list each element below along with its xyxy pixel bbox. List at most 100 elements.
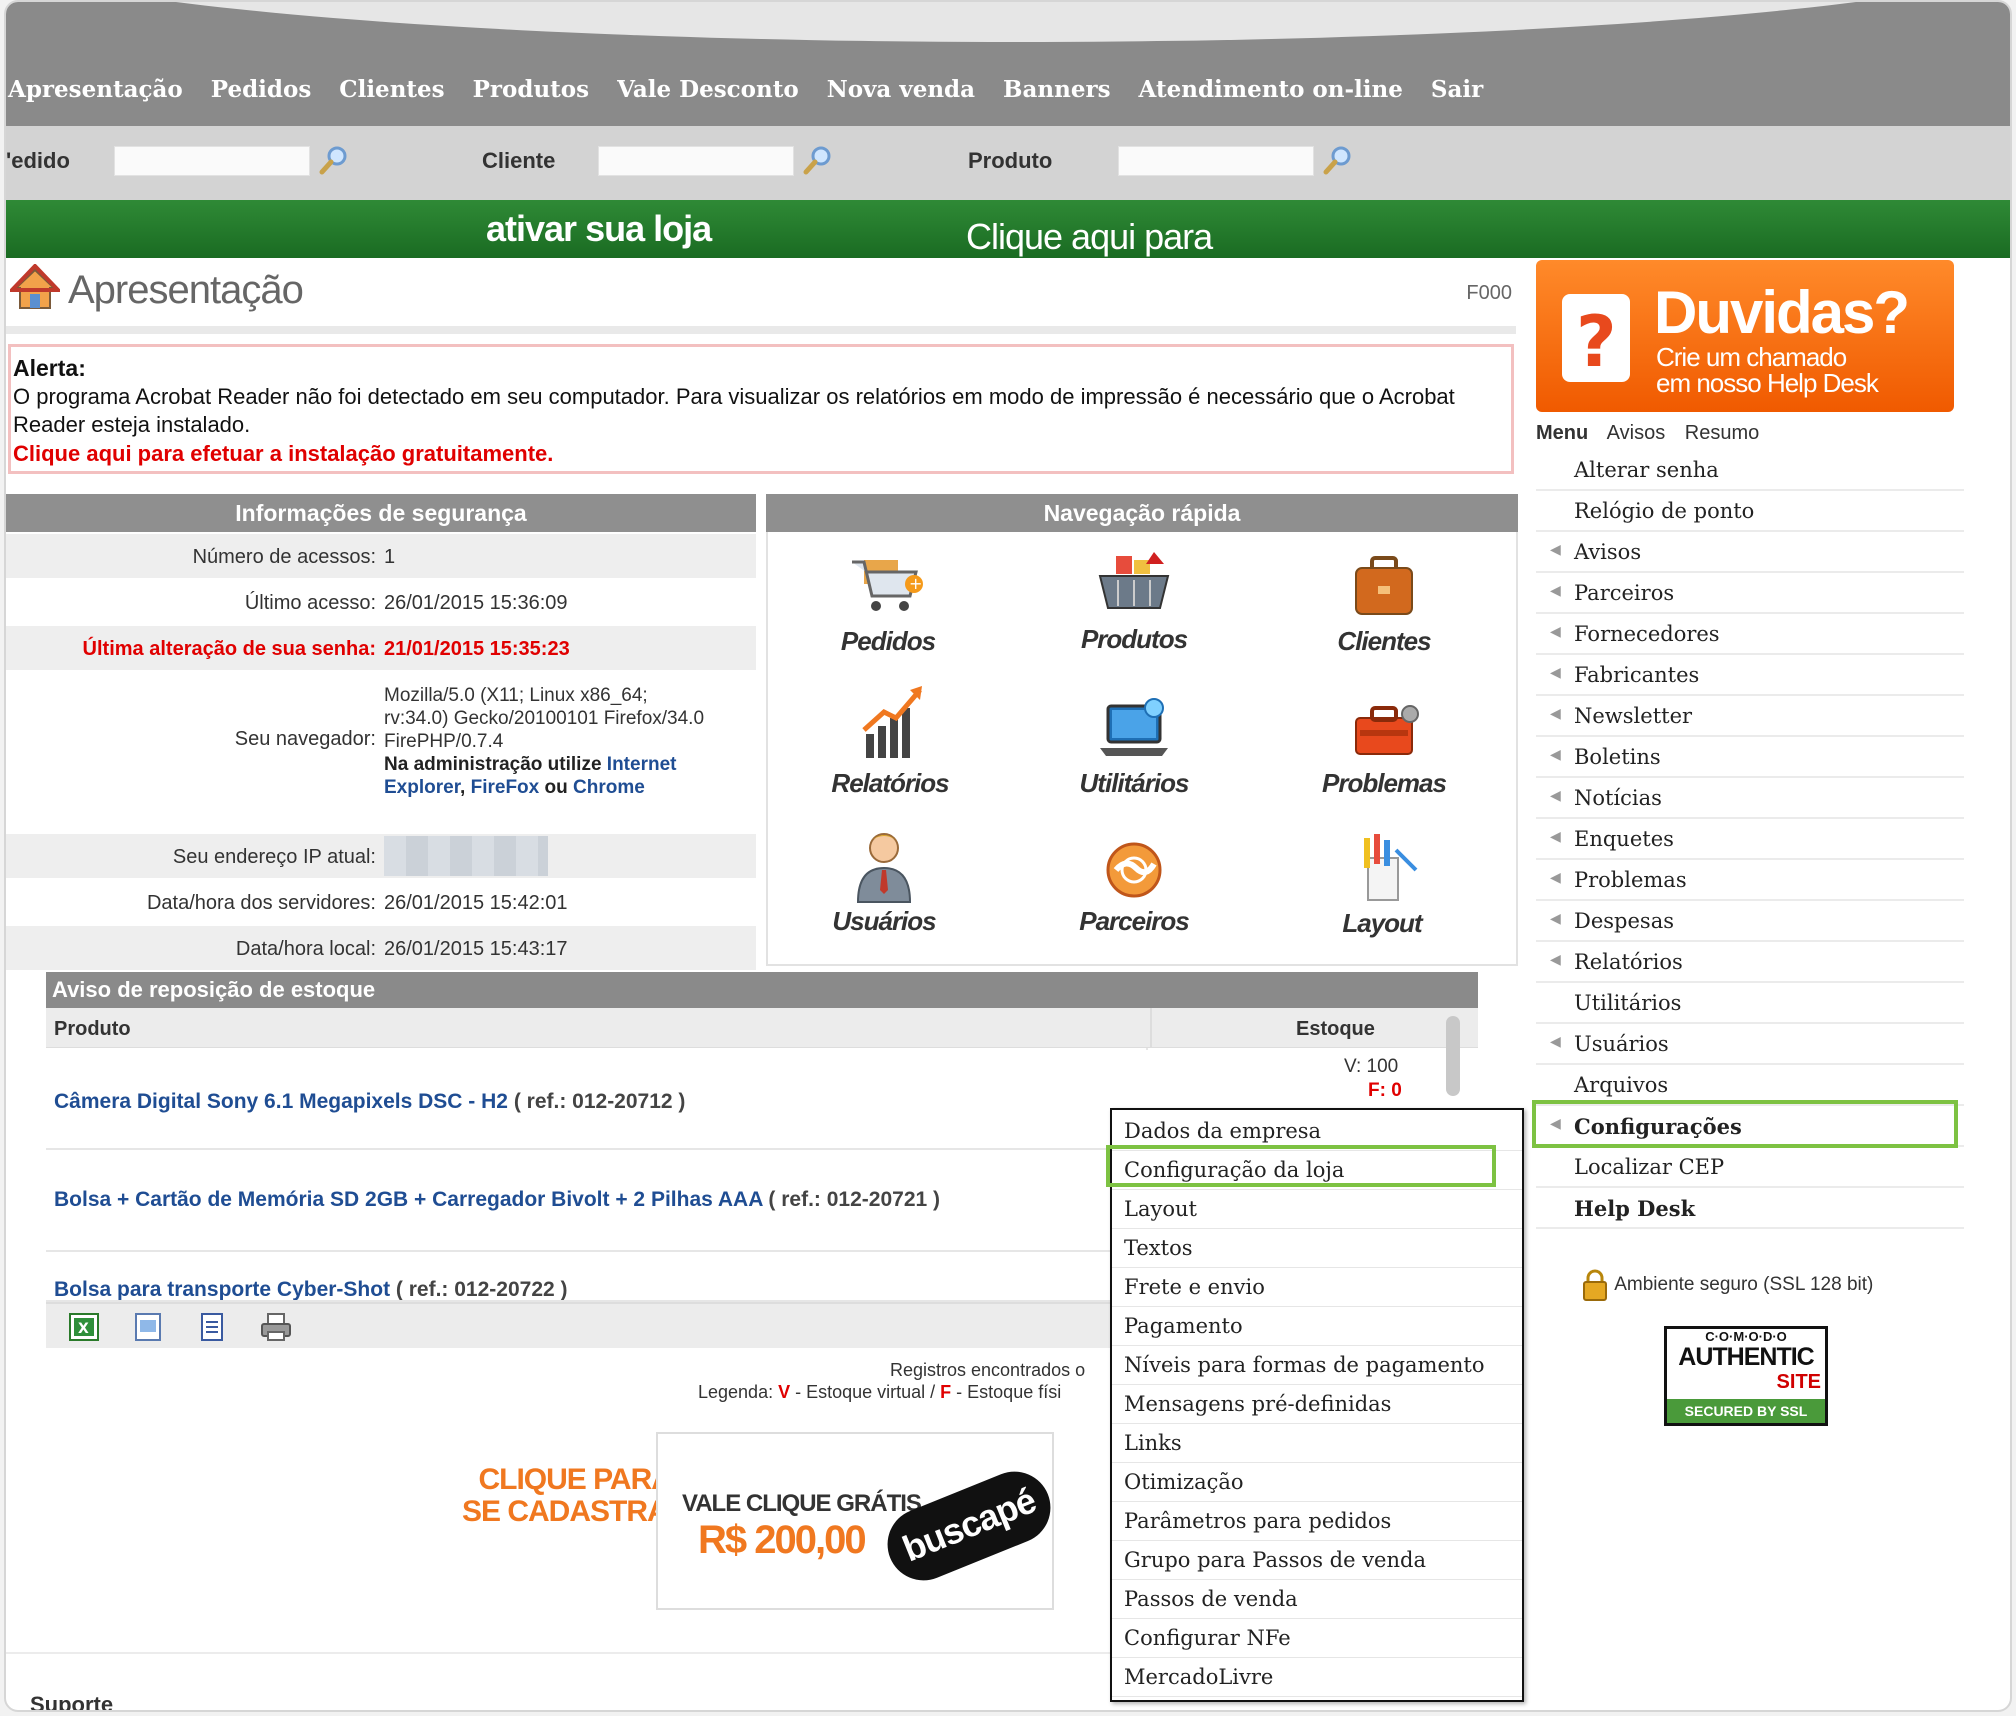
nav-pedidos[interactable]: Pedidos [211, 76, 312, 103]
laptop-icon [1100, 698, 1168, 756]
submenu-item-configurar-nfe[interactable]: Configurar NFe [1112, 1619, 1522, 1658]
security-heading: Informações de segurança [6, 494, 756, 532]
internet-explorer-link[interactable]: Internet [607, 754, 677, 775]
cliente-search-input[interactable] [598, 146, 794, 176]
signup-promo-link[interactable]: CLIQUE PARA SE CADASTRAR [462, 1464, 689, 1528]
submenu-item-links[interactable]: Links [1112, 1424, 1522, 1463]
local-time-label: Data/hora local: [235, 938, 376, 960]
quicknav-label: Layout [1342, 908, 1422, 938]
submenu-item-passos-de-venda[interactable]: Passos de venda [1112, 1580, 1522, 1619]
quicknav-pedidos[interactable]: + Pedidos [798, 552, 978, 657]
submenu-item-mercadolivre[interactable]: MercadoLivre [1112, 1658, 1522, 1697]
internet-explorer-link[interactable]: Explorer [384, 777, 460, 798]
tab-avisos[interactable]: Avisos [1607, 422, 1666, 444]
search-bar: 'edido Cliente Produto [6, 126, 2010, 200]
image-export-icon[interactable] [132, 1312, 164, 1342]
expand-arrow-icon: ◀ [1550, 911, 1561, 927]
submenu-item-mensagens-pre-definidas[interactable]: Mensagens pré-definidas [1112, 1385, 1522, 1424]
table-scrollbar[interactable] [1446, 1016, 1460, 1096]
submenu-item-frete-e-envio[interactable]: Frete e envio [1112, 1268, 1522, 1307]
column-estoque: Estoque [1296, 1018, 1375, 1040]
sidebar-item-avisos[interactable]: ◀ Avisos [1536, 532, 1964, 573]
install-acrobat-link[interactable]: Clique aqui para efetuar a instalação gr… [13, 441, 553, 467]
sidebar-item-relogio-de-ponto[interactable]: Relógio de ponto [1536, 491, 1964, 532]
quicknav-produtos[interactable]: Produtos [1044, 550, 1224, 655]
product-ref: ( ref.: 012-20722 ) [390, 1278, 568, 1301]
browser-tip-text: Na administração utilize [384, 754, 607, 775]
main-menu: Apresentação Pedidos Clientes Produtos V… [8, 76, 1483, 103]
excel-export-icon[interactable]: X [68, 1312, 100, 1342]
sidebar-item-noticias[interactable]: ◀ Notícias [1536, 778, 1964, 819]
sidebar-item-newsletter[interactable]: ◀ Newsletter [1536, 696, 1964, 737]
nav-clientes[interactable]: Clientes [339, 76, 444, 103]
comodo-text: SITE [1776, 1371, 1821, 1393]
chrome-link[interactable]: Chrome [573, 777, 645, 798]
page-code: F000 [1466, 282, 1512, 304]
quicknav-heading: Navegação rápida [766, 494, 1518, 532]
sidebar-item-fornecedores[interactable]: ◀ Fornecedores [1536, 614, 1964, 655]
alert-box: Alerta: O programa Acrobat Reader não fo… [8, 344, 1514, 474]
nav-vale-desconto[interactable]: Vale Desconto [617, 76, 799, 103]
nav-nova-venda[interactable]: Nova venda [827, 76, 975, 103]
sidebar-item-enquetes[interactable]: ◀ Enquetes [1536, 819, 1964, 860]
quicknav-problemas[interactable]: Problemas [1294, 696, 1474, 799]
sidebar-item-despesas[interactable]: ◀ Despesas [1536, 901, 1964, 942]
quicknav-utilitarios[interactable]: Utilitários [1044, 696, 1224, 799]
sidebar-item-localizar-cep[interactable]: Localizar CEP [1536, 1147, 1964, 1188]
nav-produtos[interactable]: Produtos [473, 76, 589, 103]
home-icon [10, 264, 60, 309]
quicknav-relatorios[interactable]: Relatórios [800, 682, 980, 799]
tab-menu[interactable]: Menu [1536, 422, 1588, 444]
browser-tip-text: ou [539, 777, 574, 798]
firefox-link[interactable]: FireFox [471, 777, 540, 798]
product-link[interactable]: Câmera Digital Sony 6.1 Megapixels DSC -… [54, 1090, 685, 1114]
search-icon[interactable] [802, 144, 834, 176]
pedido-search-input[interactable] [114, 146, 310, 176]
search-icon[interactable] [1322, 144, 1354, 176]
nav-sair[interactable]: Sair [1431, 76, 1483, 103]
sidebar-item-label: Localizar CEP [1574, 1155, 1725, 1179]
submenu-item-layout[interactable]: Layout [1112, 1190, 1522, 1229]
nav-apresentacao[interactable]: Apresentação [8, 76, 183, 103]
sidebar-item-label: Fabricantes [1574, 663, 1700, 687]
sidebar-item-parceiros[interactable]: ◀ Parceiros [1536, 573, 1964, 614]
product-name: Bolsa para transporte Cyber-Shot [54, 1278, 391, 1301]
submenu-item-grupo-para-passos-de-venda[interactable]: Grupo para Passos de venda [1112, 1541, 1522, 1580]
last-access-label: Último acesso: [244, 592, 376, 614]
sidebar-item-relatorios[interactable]: ◀ Relatórios [1536, 942, 1964, 983]
quicknav-usuarios[interactable]: Usuários [794, 828, 974, 937]
sidebar-item-help-desk[interactable]: Help Desk [1536, 1188, 1964, 1229]
submenu-item-pagamento[interactable]: Pagamento [1112, 1307, 1522, 1346]
nav-atendimento[interactable]: Atendimento on-line [1139, 76, 1403, 103]
print-icon[interactable] [260, 1312, 292, 1342]
sidebar-item-usuarios[interactable]: ◀ Usuários [1536, 1024, 1964, 1065]
submenu-item-niveis-para-formas-de-pagamento[interactable]: Níveis para formas de pagamento [1112, 1346, 1522, 1385]
submenu-item-parametros-para-pedidos[interactable]: Parâmetros para pedidos [1112, 1502, 1522, 1541]
document-export-icon[interactable] [196, 1312, 228, 1342]
sidebar-item-utilitarios[interactable]: Utilitários [1536, 983, 1964, 1024]
submenu-item-textos[interactable]: Textos [1112, 1229, 1522, 1268]
sidebar-item-boletins[interactable]: ◀ Boletins [1536, 737, 1964, 778]
quicknav-layout[interactable]: Layout [1292, 830, 1472, 939]
product-link[interactable]: Bolsa para transporte Cyber-Shot ( ref.:… [54, 1278, 568, 1301]
quicknav-parceiros[interactable]: Parceiros [1044, 834, 1224, 937]
help-desk-banner[interactable]: ? Duvidas? Crie um chamado em nosso Help … [1536, 260, 1954, 412]
produto-search-input[interactable] [1118, 146, 1314, 176]
sidebar-item-problemas[interactable]: ◀ Problemas [1536, 860, 1964, 901]
activate-store-link[interactable]: Clique aqui para ativar sua loja [486, 208, 1213, 257]
comodo-text: AUTHENTIC [1678, 1343, 1814, 1371]
expand-arrow-icon: ◀ [1550, 870, 1561, 886]
tab-resumo[interactable]: Resumo [1685, 422, 1759, 444]
sidebar-item-fabricantes[interactable]: ◀ Fabricantes [1536, 655, 1964, 696]
support-label: Suporte [30, 1692, 114, 1712]
search-icon[interactable] [318, 144, 350, 176]
quicknav-clientes[interactable]: Clientes [1294, 552, 1474, 657]
submenu-item-otimizacao[interactable]: Otimização [1112, 1463, 1522, 1502]
comodo-seal[interactable]: C·O·M·O·D·O AUTHENTIC SITE SECURED BY SS… [1664, 1326, 1828, 1426]
legend-v: V [778, 1382, 791, 1402]
buscape-banner[interactable]: VALE CLIQUE GRÁTIS R$ 200,00 buscapé [656, 1432, 1062, 1610]
nav-banners[interactable]: Banners [1003, 76, 1111, 103]
sidebar-item-label: Usuários [1574, 1032, 1669, 1056]
sidebar-item-alterar-senha[interactable]: Alterar senha [1536, 450, 1964, 491]
product-link[interactable]: Bolsa + Cartão de Memória SD 2GB + Carre… [54, 1188, 940, 1212]
